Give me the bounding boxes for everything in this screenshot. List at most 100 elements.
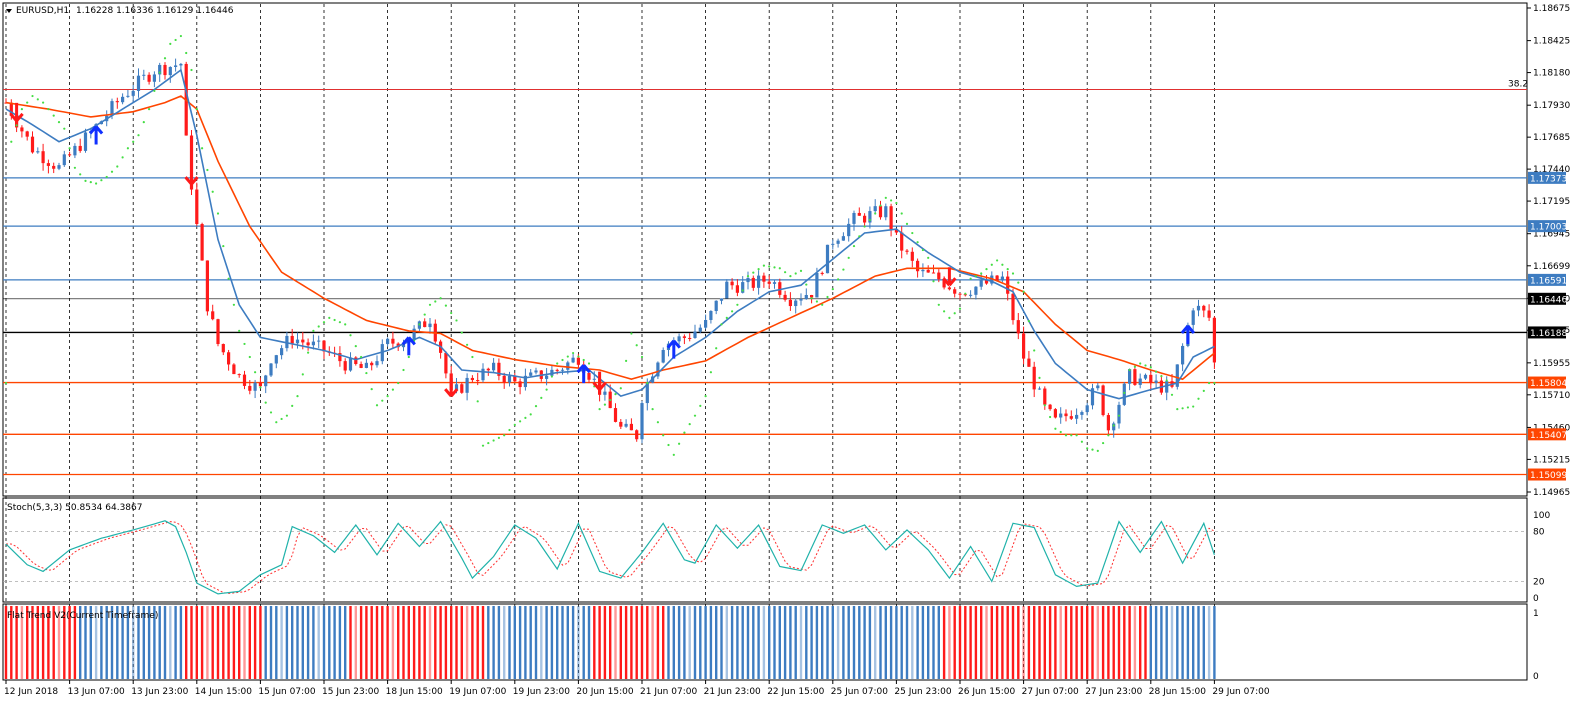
price-tick-label: 1.18425 <box>1533 37 1570 47</box>
sar-dot <box>1075 434 1078 437</box>
sar-dot <box>105 175 108 179</box>
candle-body <box>725 281 729 299</box>
candle-body <box>815 272 819 298</box>
sar-dot <box>132 140 135 143</box>
trading-chart[interactable]: 1.186751.184251.181801.179301.176851.174… <box>0 0 1596 716</box>
sar-dot <box>280 417 283 421</box>
sar-dot <box>519 420 522 423</box>
candle-body <box>290 335 294 344</box>
sar-dot <box>985 268 988 271</box>
candle-body <box>83 132 88 151</box>
sar-dot <box>169 42 172 45</box>
sar-dot <box>656 421 660 424</box>
sar-dot <box>301 373 304 376</box>
sar-dot <box>980 272 983 275</box>
sar-dot <box>238 329 241 332</box>
sar-dot <box>958 307 962 310</box>
sar-dot <box>635 344 638 347</box>
candle-body <box>719 298 724 301</box>
sar-dot <box>10 140 13 143</box>
candle-body <box>661 349 665 363</box>
sar-dot <box>1043 404 1046 407</box>
sar-dot <box>736 303 739 306</box>
sar-dot <box>333 318 336 322</box>
sar-dot <box>911 231 914 235</box>
sar-dot <box>95 182 98 185</box>
sar-dot <box>858 235 861 238</box>
candle-body <box>693 331 697 338</box>
candle-body <box>571 357 575 363</box>
candle-body <box>348 357 353 371</box>
stoch-title: Stoch(5,3,3) 50.8534 64.3867 <box>7 503 142 513</box>
candle-body <box>603 391 607 395</box>
sar-dot <box>471 355 474 359</box>
sar-dot <box>1155 370 1158 373</box>
candle-body <box>624 423 628 427</box>
candle-body <box>831 243 835 245</box>
candle-body <box>841 236 845 241</box>
sar-dot <box>338 321 341 324</box>
sar-dot <box>921 248 925 252</box>
sar-dot <box>768 265 771 268</box>
candle-body <box>878 206 883 218</box>
sar-dot <box>68 147 71 150</box>
sar-dot <box>296 395 299 398</box>
sar-dot <box>556 362 559 365</box>
time-label: 15 Jun 07:00 <box>258 687 315 697</box>
candle-body <box>280 348 284 356</box>
sar-dot <box>503 434 506 437</box>
candle-body <box>825 244 830 274</box>
sar-dot <box>275 421 278 424</box>
sar-dot <box>1022 290 1025 293</box>
candle-body <box>476 380 480 382</box>
sar-dot <box>185 51 188 55</box>
candle-body <box>386 338 390 345</box>
sar-dot <box>1192 405 1195 408</box>
sar-dot <box>863 225 866 228</box>
level-label-text: 1.15804 <box>1530 379 1567 389</box>
candle-body <box>682 336 686 338</box>
candle-body <box>1138 378 1142 385</box>
sar-dot <box>487 441 490 445</box>
sar-dot <box>100 179 103 182</box>
trend-tick-label: 1 <box>1533 609 1539 619</box>
sar-dot <box>1208 381 1211 385</box>
candle-body <box>799 299 803 301</box>
sar-dot <box>460 331 463 334</box>
sar-dot <box>179 34 182 38</box>
candle-body <box>555 369 559 371</box>
sar-dot <box>116 165 119 168</box>
time-label: 27 Jun 07:00 <box>1022 687 1079 697</box>
time-label: 13 Jun 07:00 <box>68 687 125 697</box>
sar-dot <box>1070 434 1073 437</box>
sar-dot <box>1064 434 1068 437</box>
candle-body <box>115 101 119 103</box>
candle-body <box>1064 413 1068 417</box>
sar-dot <box>317 325 320 328</box>
candle-body <box>364 362 368 368</box>
candle-body <box>863 215 867 223</box>
candle-body <box>269 363 273 376</box>
sar-dot <box>1139 362 1142 365</box>
sar-dot <box>232 303 235 306</box>
sar-dot <box>206 168 209 172</box>
sar-dot <box>890 199 893 202</box>
candle-body <box>1196 305 1201 311</box>
sar-dot <box>386 395 389 398</box>
candle-body <box>1075 414 1079 419</box>
sar-dot <box>455 319 458 322</box>
sar-dot <box>344 323 347 326</box>
sar-dot <box>222 244 225 248</box>
candle-body <box>136 75 141 91</box>
candle-body <box>518 381 522 388</box>
candle-body <box>52 165 56 169</box>
sar-dot <box>73 166 76 169</box>
sar-dot <box>709 371 713 374</box>
candle-body <box>163 64 167 76</box>
candle-body <box>1027 358 1031 367</box>
sar-dot <box>688 423 691 426</box>
sar-dot <box>1038 376 1041 379</box>
candle-body <box>147 74 151 82</box>
sar-dot <box>550 375 554 378</box>
candle-body <box>1032 366 1036 390</box>
